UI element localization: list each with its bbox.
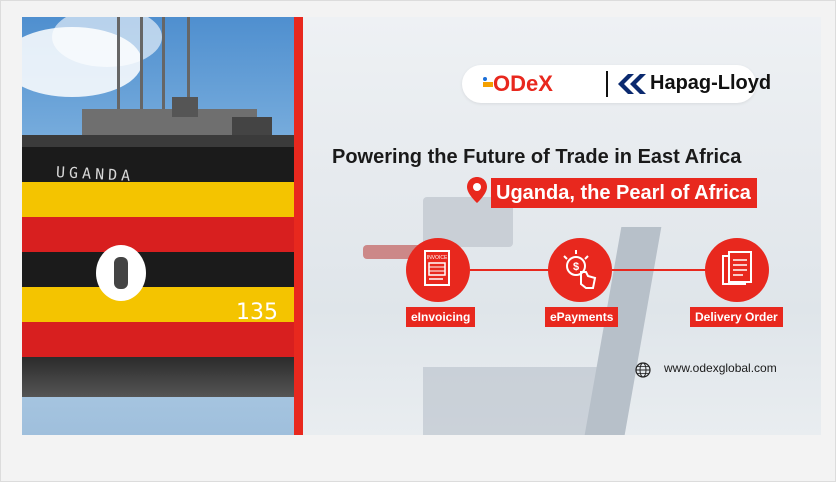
crested-crane-icon [114,257,128,289]
hapag-lloyd-logo-icon [618,74,646,94]
invoice-icon: INVOICE [424,250,450,286]
container-underside [22,357,294,397]
feature-einvoicing-label: eInvoicing [406,307,476,327]
feature-einvoicing-circle: INVOICE [406,238,470,302]
subheadline: Uganda, the Pearl of Africa [491,178,757,208]
logo-separator [606,71,608,97]
dock-shape [423,367,623,435]
odex-logo-text: ODeX [493,71,553,96]
feature-connector [470,269,550,271]
document-stack-icon [722,251,752,285]
feature-epayments-label: ePayments [545,307,619,327]
container-photo: UGANDA 135 [22,17,294,435]
headline: Powering the Future of Trade in East Afr… [332,146,742,168]
feature-connector [612,269,706,271]
hapag-lloyd-logo-text: Hapag-Lloyd [650,72,772,94]
payment-tap-icon: $ [563,250,597,289]
feature-delivery-order-label: Delivery Order [690,307,783,327]
container-number: 135 [236,300,278,325]
red-divider [294,17,303,435]
globe-icon [635,362,651,378]
location-pin-icon [467,177,487,203]
website-link[interactable]: www.odexglobal.com [664,361,777,375]
feature-delivery-order-circle [705,238,769,302]
invoice-icon-text: INVOICE [427,255,448,261]
payment-icon-text: $ [573,261,579,273]
feature-epayments-circle: $ [548,238,612,302]
